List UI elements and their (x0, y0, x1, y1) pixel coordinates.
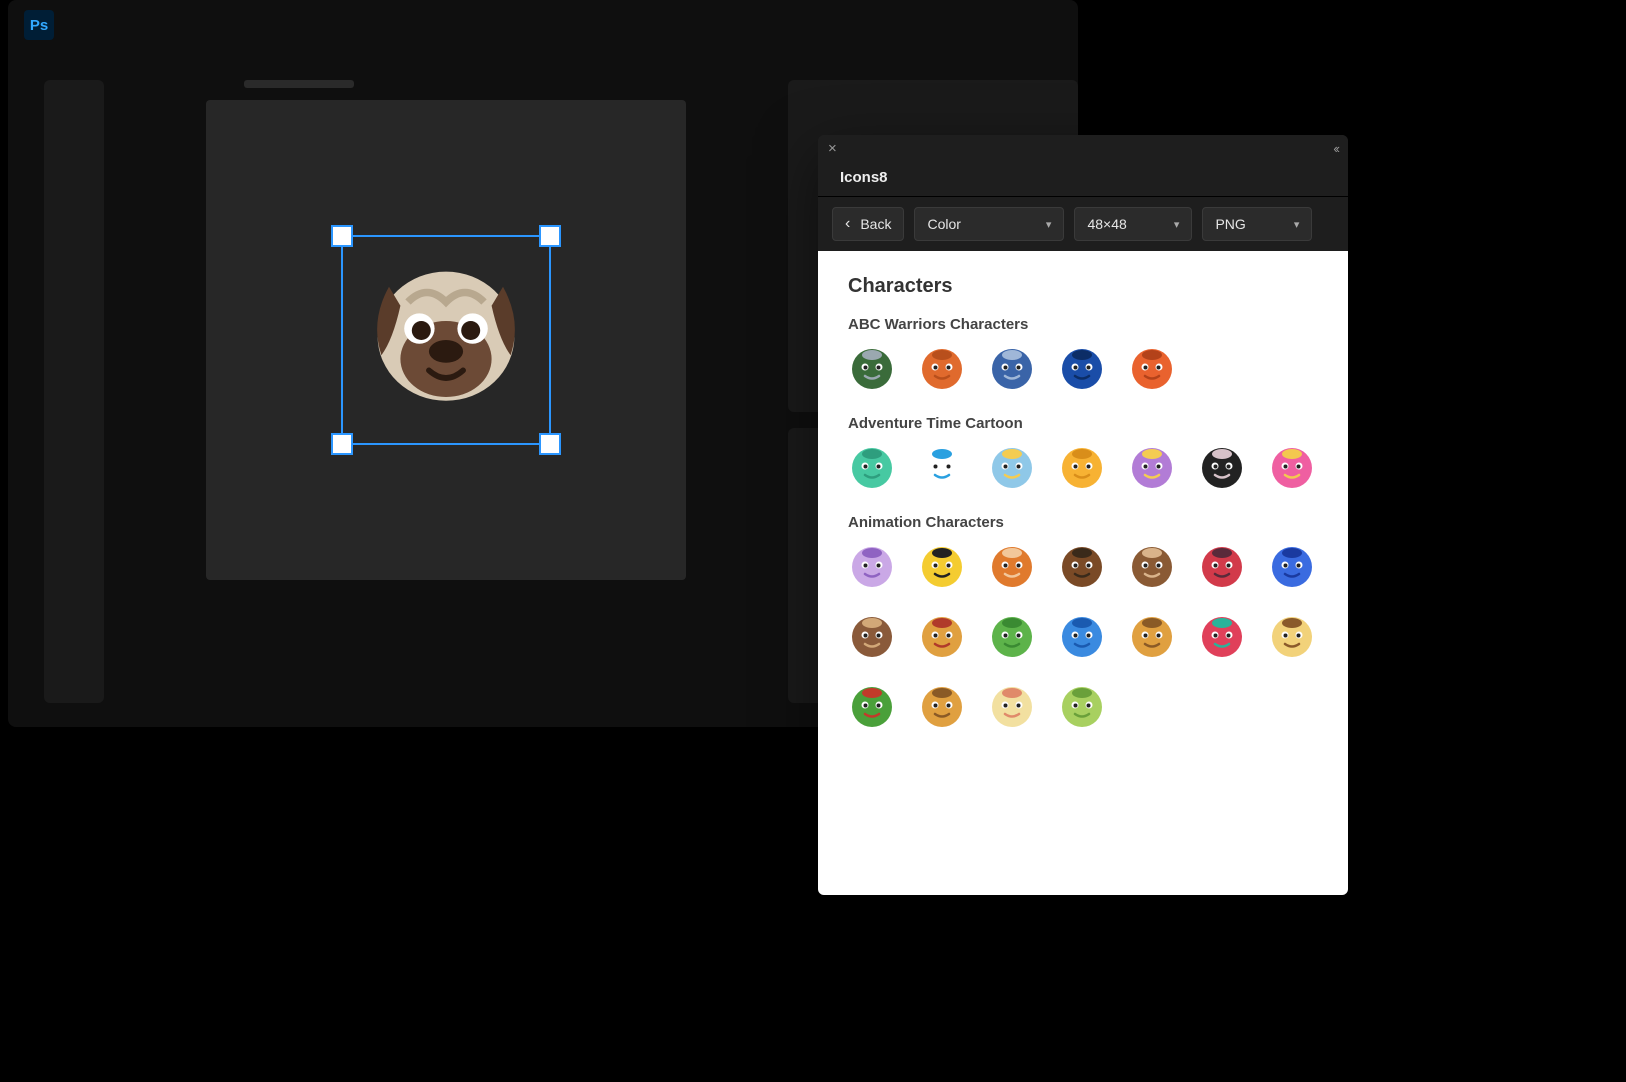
icon-grunkle-stan[interactable] (848, 613, 896, 661)
canvas-area (104, 50, 788, 727)
tools-sidebar[interactable] (44, 80, 104, 703)
transform-handle-bottom-left[interactable] (331, 433, 353, 455)
icon-grid (848, 444, 1318, 492)
icon-peridot[interactable] (1058, 683, 1106, 731)
chevron-left-icon: ‹ (845, 215, 850, 233)
icon-scroll-area[interactable]: Characters ABC Warriors Characters Adven… (818, 251, 1348, 895)
icon-amethyst[interactable] (848, 543, 896, 591)
icon-lumpy-space-princess[interactable] (1128, 444, 1176, 492)
photoshop-logo-icon: Ps (24, 10, 54, 40)
icon-ninja-turtle[interactable] (848, 683, 896, 731)
back-button[interactable]: ‹ Back (832, 207, 904, 241)
icon-mek-quake[interactable] (1128, 345, 1176, 393)
chevron-down-icon: ▾ (1174, 218, 1180, 231)
format-dropdown[interactable]: PNG ▾ (1202, 207, 1312, 241)
icon-bmo[interactable] (848, 444, 896, 492)
icon-pearl[interactable] (988, 683, 1036, 731)
format-value: PNG (1215, 216, 1245, 232)
titlebar: Ps (8, 0, 1078, 50)
group-title: ABC Warriors Characters (848, 316, 1318, 333)
icon-joe-pineapples[interactable] (1058, 345, 1106, 393)
icon-genie[interactable] (1268, 543, 1316, 591)
icon-finn[interactable] (918, 444, 966, 492)
document-tab[interactable] (244, 80, 354, 88)
icon-jake[interactable] (1058, 444, 1106, 492)
canvas[interactable] (206, 100, 686, 580)
icons8-plugin-panel: × ‹‹ Icons8 ‹ Back Color ▾ 48×48 ▾ PNG ▾… (818, 135, 1348, 895)
icon-grid (848, 345, 1318, 393)
style-value: Color (927, 216, 960, 232)
icon-princess-bubblegum[interactable] (1268, 444, 1316, 492)
style-dropdown[interactable]: Color ▾ (914, 207, 1064, 241)
pug-icon (351, 245, 541, 435)
icon-owl[interactable] (918, 683, 966, 731)
icon-marceline[interactable] (1198, 444, 1246, 492)
section-title: Characters (848, 275, 1318, 298)
icon-ariel[interactable] (1198, 613, 1246, 661)
back-button-label: Back (860, 216, 891, 232)
panel-toolbar: ‹ Back Color ▾ 48×48 ▾ PNG ▾ (818, 197, 1348, 251)
icon-ice-king[interactable] (988, 444, 1036, 492)
icon-grid (848, 543, 1318, 731)
icon-kermit[interactable] (988, 613, 1036, 661)
icon-bill-cipher[interactable] (918, 543, 966, 591)
group-title: Animation Characters (848, 514, 1318, 531)
collapse-icon[interactable]: ‹‹ (1333, 141, 1338, 156)
transform-handle-top-left[interactable] (331, 225, 353, 247)
panel-tabs: Icons8 (818, 161, 1348, 197)
group-title: Adventure Time Cartoon (848, 415, 1318, 432)
icon-heat[interactable] (918, 613, 966, 661)
icon-mongrol[interactable] (988, 345, 1036, 393)
icon-lion[interactable] (1128, 613, 1176, 661)
transform-handle-bottom-right[interactable] (539, 433, 561, 455)
panel-titlebar[interactable]: × ‹‹ (818, 135, 1348, 161)
tab-icons8[interactable]: Icons8 (824, 161, 904, 196)
size-value: 48×48 (1087, 216, 1126, 232)
chevron-down-icon: ▾ (1294, 218, 1300, 231)
icon-brave[interactable] (988, 543, 1036, 591)
icon-garnet[interactable] (1198, 543, 1246, 591)
panel-content: Characters ABC Warriors Characters Adven… (818, 251, 1348, 895)
close-icon[interactable]: × (828, 141, 837, 156)
chevron-down-icon: ▾ (1046, 218, 1052, 231)
transform-selection[interactable] (331, 225, 561, 455)
icon-hammerstein[interactable] (918, 345, 966, 393)
icon-cheburashka[interactable] (1128, 543, 1176, 591)
icon-deadlock[interactable] (848, 345, 896, 393)
icon-lapis[interactable] (1058, 613, 1106, 661)
transform-handle-top-right[interactable] (539, 225, 561, 247)
size-dropdown[interactable]: 48×48 ▾ (1074, 207, 1192, 241)
icon-morty[interactable] (1268, 613, 1316, 661)
icon-captain[interactable] (1058, 543, 1106, 591)
